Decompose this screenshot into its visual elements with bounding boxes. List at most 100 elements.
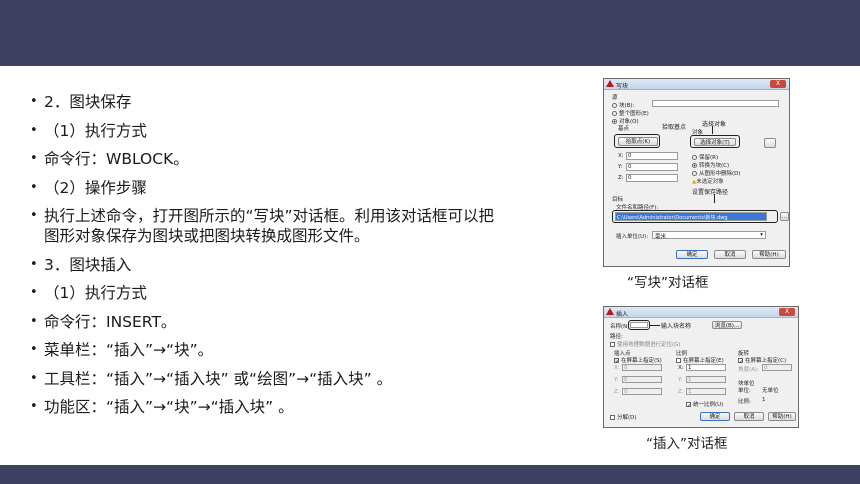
radio-delete[interactable]: 从图形中删除(D) (692, 169, 741, 177)
list-item: • 3．图块插入 (30, 255, 132, 274)
save-path-annotation: 设置保存路径 (692, 189, 729, 196)
unit-value: 无单位 (762, 388, 779, 394)
wblock-titlebar: 写块 X (604, 79, 789, 90)
base-y-input[interactable]: 0 (626, 163, 678, 171)
ok-button[interactable]: 确定 (700, 412, 730, 421)
cancel-button[interactable]: 取消 (714, 250, 746, 259)
list-item: • 命令行：WBLOCK。 (30, 150, 189, 168)
wblock-title: 写块 (616, 83, 629, 90)
path-label: 路径: (610, 334, 623, 340)
header-bar (0, 0, 860, 66)
help-button[interactable]: 帮助(H) (768, 412, 796, 421)
cancel-button[interactable]: 取消 (734, 412, 764, 421)
help-button[interactable]: 帮助(H) (752, 250, 786, 259)
sz-label: Z: (678, 389, 684, 395)
close-button[interactable]: X (770, 80, 786, 88)
iy-label: Y: (614, 377, 619, 383)
bullet-dot: • (30, 151, 38, 166)
angle-input[interactable]: 0 (762, 364, 792, 371)
file-path-input[interactable]: C:\Users\Administrator\Documents\新块.dwg (615, 212, 767, 221)
scale-onscreen-checkbox[interactable]: 在屏幕上指定(E) (676, 356, 724, 364)
block-name-input[interactable] (630, 322, 648, 328)
list-item: • （1）执行方式 (30, 284, 147, 302)
annotation-arrow (714, 194, 715, 203)
sx-label: X: (678, 365, 684, 371)
list-item: • 2．图块保存 (30, 93, 132, 111)
factor-value: 1 (762, 397, 766, 403)
bullet-dot: • (30, 256, 38, 272)
units-select[interactable]: 毫米 ▾ (652, 231, 766, 240)
bullet-dot: • (30, 94, 38, 109)
block-name-select[interactable] (652, 100, 779, 107)
insert-onscreen-checkbox[interactable]: ✓在屏幕上指定(S) (614, 356, 662, 365)
checkbox-icon (610, 342, 615, 347)
rotation-onscreen-checkbox[interactable]: ✓在屏幕上指定(C) (738, 356, 786, 365)
checkbox-icon (676, 358, 681, 363)
radio-block[interactable]: 块(B): (612, 101, 634, 109)
checkbox-checked-icon: ✓ (738, 358, 744, 365)
ix-label: X: (614, 365, 620, 371)
y-label: Y: (618, 164, 623, 170)
warning-text: ▲未选定对象 (692, 179, 724, 185)
scale-y-input[interactable]: 1 (686, 376, 726, 383)
annotation-arrow (712, 126, 713, 134)
list-item: • 执行上述命令，打开图所示的“写块”对话框。利用该对话框可以把图形对象保存为图块… (30, 207, 495, 245)
list-item: • 命令行：INSERT。 (30, 312, 177, 331)
insert-dialog: 插入 X 名称(N): 输入块名称 浏览(B)... 路径: 使用地理数据进行定… (603, 306, 799, 428)
insert-title: 插入 (616, 311, 629, 318)
list-item: • （2）操作步骤 (30, 178, 147, 197)
scale-z-input[interactable]: 1 (686, 388, 726, 395)
uniform-scale-checkbox[interactable]: ✓统一比例(U) (686, 400, 723, 409)
browse-button[interactable]: 浏览(B)... (712, 321, 742, 329)
scale-x-input[interactable]: 1 (686, 364, 726, 371)
bullet-dot: • (30, 285, 38, 300)
sy-label: Y: (678, 377, 683, 383)
radio-retain[interactable]: 保留(R) (692, 153, 718, 161)
radio-selected-icon (612, 119, 617, 124)
geo-checkbox[interactable]: 使用地理数据进行定位(G) (610, 340, 681, 348)
target-label: 目标 (612, 197, 624, 203)
angle-label: 角度(A): (738, 367, 759, 373)
checkbox-icon (610, 415, 615, 420)
factor-label: 比例: (738, 399, 751, 405)
bullet-list: • 2．图块保存 • （1）执行方式 • 命令行：WBLOCK。 • （2）操作步骤 •… (30, 92, 550, 426)
select-objects-button[interactable]: 选择对象(T) (694, 138, 736, 146)
checkbox-checked-icon: ✓ (614, 358, 620, 365)
bullet-dot: • (30, 179, 38, 195)
footer-bar (0, 465, 860, 484)
name-annotation: 输入块名称 (661, 323, 692, 330)
list-item: • 功能区：“插入”→“块”→“插入块” 。 (30, 398, 294, 416)
x-label: X: (618, 153, 624, 159)
base-x-input[interactable]: 0 (626, 152, 678, 160)
radio-whole-drawing[interactable]: 整个图形(E) (612, 109, 649, 117)
autocad-logo-icon (606, 80, 614, 87)
units-label: 插入单位(U): (616, 234, 649, 240)
bullet-dot: • (30, 399, 38, 414)
insert-titlebar: 插入 X (604, 307, 798, 318)
wblock-dialog: 写块 X 源 块(B): 整个图形(E) 对象(O) 基点 拾取基点 拾取点(K… (603, 78, 790, 267)
pick-point-annotation: 拾取基点 (662, 124, 687, 131)
base-z-input[interactable]: 0 (626, 174, 678, 182)
base-point-label: 基点 (618, 126, 630, 132)
annotation-arrow (650, 325, 660, 326)
radio-icon (612, 111, 617, 116)
iz-label: Z: (614, 389, 620, 395)
ok-button[interactable]: 确定 (676, 250, 708, 259)
bullet-dot: • (30, 208, 38, 223)
quick-select-button[interactable] (764, 138, 776, 148)
explode-checkbox[interactable]: 分解(D) (610, 413, 637, 421)
insert-caption: “插入”对话框 (646, 436, 728, 452)
z-label: Z: (618, 175, 624, 181)
insert-z-input[interactable]: 0 (622, 388, 662, 395)
insert-y-input[interactable]: 0 (622, 376, 662, 383)
list-item: • 菜单栏：“插入”→“块”。 (30, 341, 214, 359)
radio-selected-icon (692, 163, 697, 168)
browse-button[interactable]: ... (780, 212, 789, 221)
radio-icon (612, 103, 617, 108)
unit-label: 单位: (738, 388, 751, 394)
insert-x-input[interactable]: 0 (622, 364, 662, 371)
source-label: 源 (612, 95, 618, 101)
pick-point-button[interactable]: 拾取点(K) (618, 137, 658, 146)
close-button[interactable]: X (779, 308, 795, 316)
radio-convert[interactable]: 转换为块(C) (692, 161, 729, 169)
